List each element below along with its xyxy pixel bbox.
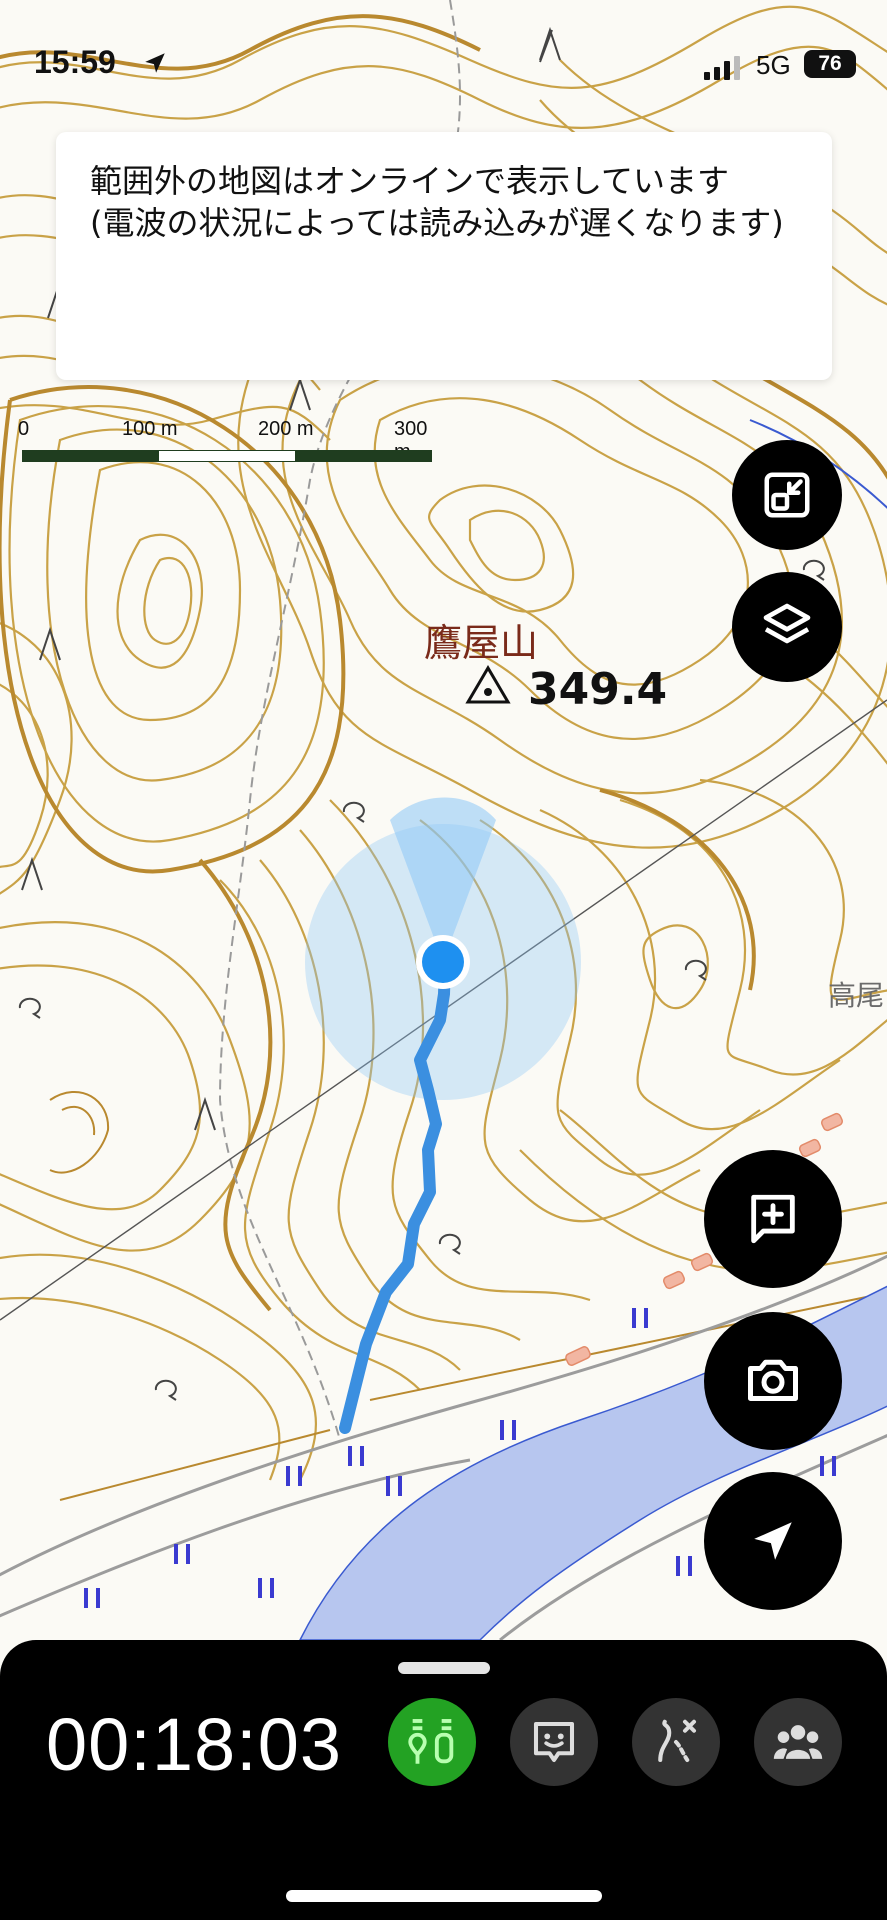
- navigation-arrow-icon: [754, 1522, 792, 1560]
- route-off-icon: [658, 1719, 697, 1763]
- status-time: 15:59: [34, 44, 116, 80]
- scale-line: [22, 450, 432, 462]
- location-services-icon: [145, 53, 165, 73]
- layers-button[interactable]: [732, 572, 842, 682]
- cellular-signal-icon: [704, 56, 740, 80]
- group-icon: [773, 1725, 823, 1759]
- notice-message: 範囲外の地図はオンラインで表示しています (電波の状況によっては読み込みが遅くな…: [90, 162, 784, 242]
- elapsed-time: 00:18:03: [46, 1703, 343, 1786]
- route-pins-icon: [408, 1719, 454, 1764]
- scale-label-0: 0: [18, 418, 30, 440]
- network-type: 5G: [756, 50, 791, 80]
- place-name-label: 高尾: [828, 979, 885, 1012]
- face-tool-button[interactable]: [510, 1698, 598, 1786]
- map-scale-bar: 0 100 m 200 m 300 m: [18, 418, 438, 468]
- scale-label-100: 100 m: [122, 418, 178, 440]
- route-tool-button[interactable]: [632, 1698, 720, 1786]
- drag-handle[interactable]: [398, 1662, 490, 1674]
- peak-name-label: 鷹屋山: [424, 621, 539, 665]
- scale-segment: [295, 451, 431, 461]
- offline-map-notice: 範囲外の地図はオンラインで表示しています (電波の状況によっては読み込みが遅くな…: [56, 132, 832, 380]
- battery-indicator: 76: [804, 50, 856, 78]
- recording-panel: 00:18:03: [0, 1640, 887, 1920]
- scale-segment: [23, 451, 159, 461]
- add-memo-button[interactable]: [704, 1150, 842, 1288]
- fullscreen-button[interactable]: [732, 440, 842, 550]
- scale-label-200: 200 m: [258, 418, 314, 440]
- group-tool-button[interactable]: [754, 1698, 842, 1786]
- fullscreen-exit-icon: [764, 472, 810, 518]
- camera-button[interactable]: [704, 1312, 842, 1450]
- face-message-icon: [533, 1721, 575, 1763]
- current-location-button[interactable]: [704, 1472, 842, 1610]
- checkpoint-tool-button[interactable]: [388, 1698, 476, 1786]
- layers-icon: [763, 603, 811, 644]
- camera-icon: [748, 1359, 798, 1401]
- add-comment-icon: [751, 1194, 795, 1244]
- status-bar: 15:59 5G 76: [0, 0, 887, 120]
- home-indicator: [286, 1890, 602, 1902]
- peak-elevation-label: 349.4: [528, 664, 668, 715]
